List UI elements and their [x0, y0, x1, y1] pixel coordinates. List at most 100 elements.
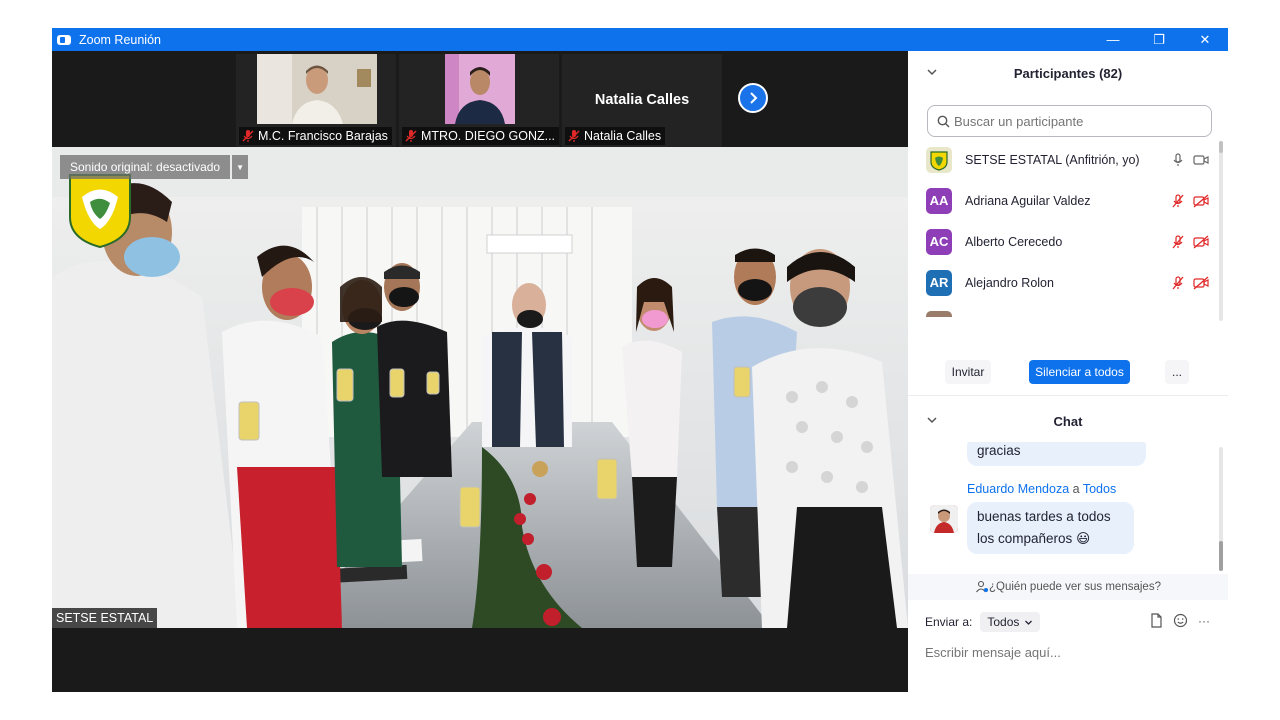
participant-list-scrollbar[interactable]	[1219, 141, 1223, 321]
who-sees-text[interactable]: ¿Quién puede ver sus mensajes?	[989, 581, 1161, 593]
thumbnail-strip: M.C. Francisco Barajas MTRO. DIEGO GONZ.…	[52, 51, 908, 147]
side-panel: Participantes (82) SETSE ESTATAL (Anfitr…	[908, 51, 1228, 692]
caret-down-icon[interactable]: ▼	[232, 155, 249, 179]
file-icon[interactable]	[1150, 613, 1163, 628]
sender-photo	[930, 505, 958, 533]
participant-row[interactable]: AR Alejandro Rolon	[908, 262, 1218, 303]
avatar	[926, 310, 952, 317]
participant-actions: Invitar Silenciar a todos ...	[908, 360, 1228, 386]
video-camera-icon[interactable]	[1192, 152, 1210, 168]
participant-status-icons	[1170, 193, 1210, 209]
mic-muted-icon[interactable]	[1170, 193, 1186, 209]
video-off-icon[interactable]	[1192, 234, 1210, 250]
participant-row[interactable]: AC Alberto Cerecedo	[908, 221, 1218, 262]
minimize-button[interactable]: —	[1090, 28, 1136, 51]
avatar	[930, 505, 958, 533]
chat-sender-name[interactable]: Eduardo Mendoza	[967, 482, 1069, 496]
chat-scrollbar[interactable]	[1219, 447, 1223, 571]
mic-muted-icon	[568, 130, 580, 142]
microphone-icon[interactable]	[1170, 152, 1186, 168]
send-to-label: Enviar a:	[925, 615, 973, 629]
chat-header: Chat	[908, 399, 1228, 443]
participants-header: Participantes (82)	[908, 51, 1228, 95]
chat-message-text: gracias	[977, 443, 1021, 458]
participant-search[interactable]	[927, 105, 1212, 137]
participant-row[interactable]: AA Adriana Aguilar Valdez	[908, 180, 1218, 221]
thumbnail-name: MTRO. DIEGO GONZ...	[421, 129, 556, 143]
setse-logo-icon	[930, 150, 948, 171]
panel-divider	[908, 395, 1228, 396]
video-bottom-area	[52, 628, 908, 692]
participant-list: SETSE ESTATAL (Anfitrión, yo) AA Adriana…	[908, 141, 1218, 317]
main-video[interactable]: Sonido original: desactivado ▼ SETSE EST…	[52, 147, 908, 628]
participant-name: Adriana Aguilar Valdez	[965, 193, 1091, 208]
invite-button[interactable]: Invitar	[945, 360, 991, 384]
chat-message-bubble: buenas tardes a todos los compañeros 😃	[967, 502, 1134, 554]
smiley-emoji-icon: 😃	[1076, 531, 1091, 546]
avatar: AR	[926, 269, 952, 296]
thumbnail-no-video[interactable]: Natalia Calles Natalia Calles	[562, 54, 722, 147]
setse-logo	[69, 174, 131, 249]
thumbnail-name: Natalia Calles	[584, 129, 662, 143]
video-off-icon[interactable]	[1192, 193, 1210, 209]
mic-muted-icon	[405, 130, 417, 142]
zoom-window: Zoom Reunión — ❐ ✕ M.C. Francisco Baraja…	[52, 28, 1228, 692]
mic-muted-icon[interactable]	[1170, 234, 1186, 250]
send-to-dropdown[interactable]: Todos	[980, 612, 1041, 632]
participant-row[interactable]	[908, 303, 1218, 317]
search-input[interactable]	[954, 113, 1194, 129]
send-to-row: Enviar a: Todos	[925, 610, 1041, 634]
chat-recipient[interactable]: Todos	[1083, 482, 1116, 496]
original-sound-label[interactable]: Sonido original: desactivado	[60, 155, 231, 179]
chevron-right-icon	[750, 92, 758, 104]
chat-message-text: buenas tardes a todos	[977, 509, 1111, 524]
chat-message-input[interactable]	[925, 641, 1215, 663]
mic-muted-icon[interactable]	[1170, 275, 1186, 291]
person-icon	[976, 580, 989, 593]
chevron-down-icon	[1025, 620, 1033, 625]
window-title: Zoom Reunión	[79, 32, 161, 47]
chat-toolbar: ···	[1150, 613, 1210, 628]
chevron-down-icon[interactable]	[926, 66, 938, 78]
thumbnail-name-label: MTRO. DIEGO GONZ...	[402, 127, 560, 145]
participant-name: Alberto Cerecedo	[965, 234, 1063, 249]
title-bar: Zoom Reunión — ❐ ✕	[52, 28, 1228, 51]
who-can-see-messages[interactable]: ¿Quién puede ver sus mensajes?	[908, 574, 1228, 600]
avatar: AC	[926, 228, 952, 255]
more-options-button[interactable]: ...	[1165, 360, 1189, 384]
thumbnail-video[interactable]: M.C. Francisco Barajas	[236, 54, 396, 147]
zoom-logo-icon	[57, 34, 71, 45]
chevron-down-icon[interactable]	[926, 414, 938, 426]
video-off-icon[interactable]	[1192, 275, 1210, 291]
participant-video-feed	[445, 54, 515, 124]
participant-status-icons	[1170, 152, 1210, 168]
participant-name: SETSE ESTATAL (Anfitrión, yo)	[965, 152, 1140, 167]
thumbnail-name-label: M.C. Francisco Barajas	[239, 127, 392, 145]
send-to-value[interactable]: Todos	[987, 615, 1019, 629]
thumbnail-name: M.C. Francisco Barajas	[258, 129, 388, 143]
close-button[interactable]: ✕	[1182, 28, 1228, 51]
restore-button[interactable]: ❐	[1136, 28, 1182, 51]
chat-to-word: a	[1072, 482, 1080, 496]
avatar: AA	[926, 187, 952, 214]
main-video-feed	[52, 147, 908, 628]
original-sound-badge[interactable]: Sonido original: desactivado ▼	[60, 155, 249, 179]
participant-status-icons	[1170, 234, 1210, 250]
chat-message-text: los compañeros	[977, 531, 1073, 546]
thumbnail-display-name: Natalia Calles	[594, 92, 690, 108]
participant-row[interactable]: SETSE ESTATAL (Anfitrión, yo)	[908, 141, 1218, 180]
thumbnail-video[interactable]: MTRO. DIEGO GONZ...	[399, 54, 560, 147]
next-page-button[interactable]	[738, 83, 768, 113]
participants-title: Participantes (82)	[1013, 65, 1123, 81]
participant-name: Alejandro Rolon	[965, 275, 1054, 290]
emoji-icon[interactable]	[1173, 613, 1188, 628]
chat-sender-line: Eduardo Mendoza a Todos	[967, 482, 1116, 496]
more-icon[interactable]: ···	[1198, 614, 1210, 628]
main-video-name-label: SETSE ESTATAL	[52, 608, 158, 628]
chat-message-bubble: gracias	[967, 442, 1146, 466]
avatar	[926, 146, 952, 173]
participant-video-feed	[257, 54, 377, 124]
mute-all-button[interactable]: Silenciar a todos	[1029, 360, 1130, 384]
participant-status-icons	[1170, 275, 1210, 291]
video-area: M.C. Francisco Barajas MTRO. DIEGO GONZ.…	[52, 51, 908, 692]
